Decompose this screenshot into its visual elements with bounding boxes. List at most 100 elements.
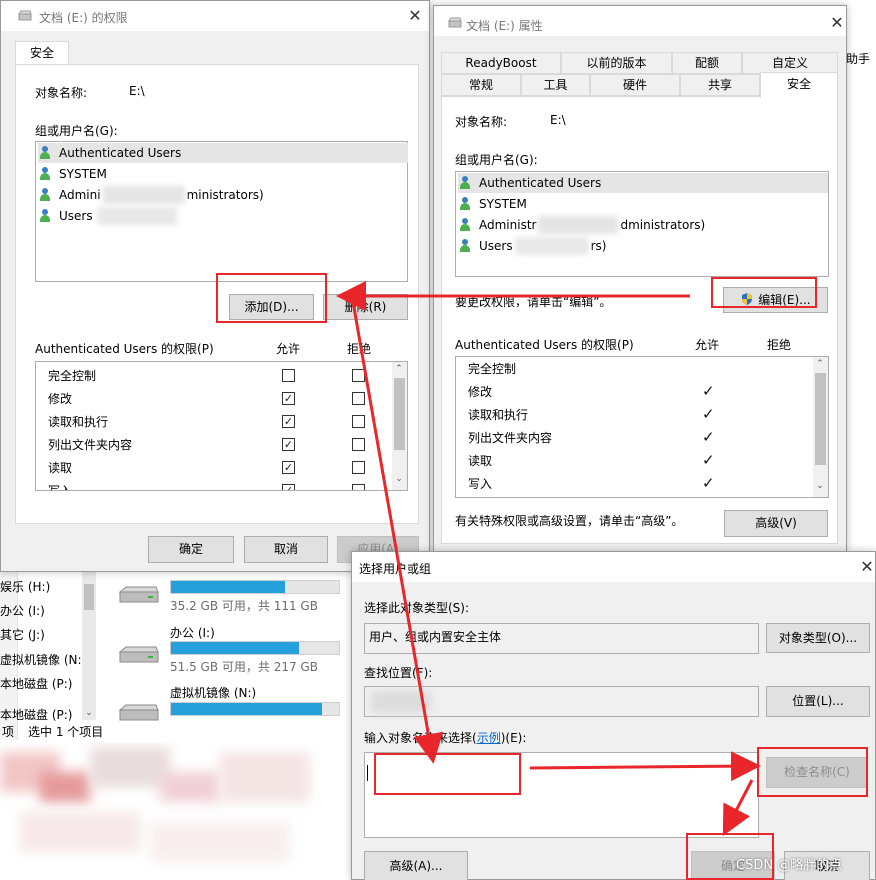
nav-drive-j[interactable]: 其它 (J:) [0,626,45,643]
nav-drive-n[interactable]: 虚拟机镜像 (N:) [0,651,86,668]
allow-checkbox[interactable] [282,484,295,490]
annotation-box-check-names [757,747,868,797]
object-name-label: 对象名称: [35,86,88,100]
users-group-icon [40,146,56,160]
tab-security[interactable]: 安全 [15,41,69,65]
tab-sharing[interactable]: 共享 [680,74,760,96]
dialog-title: 选择用户或组 [359,562,432,576]
advanced-button[interactable]: 高级(A)... [364,851,468,880]
ok-button[interactable]: 确定 [148,536,234,563]
allow-checkbox[interactable] [282,461,295,474]
nav-scrollbar[interactable]: ⌄ [82,572,96,720]
permission-row: 读取和执行 [48,415,109,429]
users-listbox[interactable]: Authenticated Users SYSTEM Administr dmi… [455,171,829,277]
drive-name: 办公 (I:) [170,626,215,640]
tab-readyboost[interactable]: ReadyBoost [441,52,561,74]
deny-checkbox[interactable] [352,369,365,382]
deny-checkbox[interactable] [352,484,365,490]
tab-tools[interactable]: 工具 [521,74,590,96]
users-group-icon [460,218,476,232]
nav-drive-p2[interactable]: 本地磁盘 (P:) [0,706,72,723]
permission-row: 修改 [468,385,493,399]
list-item-users[interactable]: Users rs) [460,236,606,256]
tab-quota[interactable]: 配额 [672,52,742,74]
drive-tile[interactable]: 虚拟机镜像 (N:) [118,682,348,722]
drive-tile[interactable]: 35.2 GB 可用，共 111 GB [118,580,348,620]
allow-check-mark: ✓ [702,382,715,400]
remove-button[interactable]: 删除(R) [323,294,408,320]
allow-checkbox[interactable] [282,369,295,382]
allow-checkbox[interactable] [282,415,295,428]
deny-checkbox[interactable] [352,461,365,474]
deny-checkbox[interactable] [352,438,365,451]
drive-tile[interactable]: 办公 (I:) 51.5 GB 可用，共 217 GB [118,620,348,674]
tab-customize[interactable]: 自定义 [742,52,838,74]
permission-row: 读取 [48,461,73,475]
allow-check-mark: ✓ [702,405,715,423]
nav-drive-h[interactable]: 娱乐 (H:) [0,578,50,595]
titlebar: 文档 (E:) 的权限 ✕ [1,1,429,31]
list-item-system[interactable]: SYSTEM [40,164,107,184]
drive-usage-bar [170,702,340,716]
object-type-field: 用户、组或内置安全主体 [364,623,759,654]
status-selection: 选中 1 个项目 [28,725,104,739]
cancel-button[interactable]: 取消 [244,536,328,563]
drive-name: 虚拟机镜像 (N:) [170,686,257,700]
nav-drive-i[interactable]: 办公 (I:) [0,602,45,619]
list-item-administrators[interactable]: Administr dministrators) [460,215,705,235]
tab-security[interactable]: 安全 [760,72,838,98]
permissions-scrollbar[interactable]: ⌃ ⌄ [813,357,828,497]
titlebar: 选择用户或组 ✕ [352,552,875,582]
advanced-button[interactable]: 高级(V) [724,510,828,537]
users-group-icon [40,188,56,202]
permission-row: 完全控制 [468,362,517,376]
users-group-icon [460,239,476,253]
close-icon[interactable]: ✕ [854,556,876,578]
group-label: 组或用户名(G): [455,153,538,167]
location-label: 查找位置(F): [364,666,433,680]
object-name-value: E:\ [550,113,566,127]
tab-hardware[interactable]: 硬件 [590,74,680,96]
close-icon[interactable]: ✕ [402,5,428,27]
users-group-icon [40,167,56,181]
list-item-system[interactable]: SYSTEM [460,194,527,214]
deny-checkbox[interactable] [352,392,365,405]
close-icon[interactable]: ✕ [824,12,850,34]
annotation-box-edit [711,277,817,308]
object-types-button[interactable]: 对象类型(O)... [766,623,870,653]
tab-previous-versions[interactable]: 以前的版本 [561,52,672,74]
annotation-box-add [216,273,327,323]
tab-general[interactable]: 常规 [441,74,521,96]
annotation-box-names-input [374,753,521,795]
allow-checkbox[interactable] [282,392,295,405]
drive-usage-bar [170,641,340,655]
allow-check-mark: ✓ [702,451,715,469]
locations-button[interactable]: 位置(L)... [766,686,870,717]
drive-icon [448,17,462,28]
permission-row: 列出文件夹内容 [468,431,553,445]
drive-free-text: 35.2 GB 可用，共 111 GB [170,599,318,613]
list-item-authenticated-users[interactable]: Authenticated Users [458,173,828,193]
edit-hint: 要更改权限，请单击“编辑”。 [455,295,612,309]
select-users-dialog: 选择用户或组 ✕ 选择此对象类型(S): 用户、组或内置安全主体 对象类型(O)… [351,551,876,880]
users-listbox[interactable]: Authenticated Users SYSTEM Admini minist… [35,141,408,282]
drive-usage-fill [171,703,323,715]
deny-checkbox[interactable] [352,415,365,428]
users-group-icon [460,176,476,190]
blurred-region [0,742,352,880]
object-names-label: 输入对象名称来选择(示例)(E): [364,731,527,745]
permissions-list[interactable]: 完全控制 修改 ✓ 读取和执行 ✓ 列出文件夹内容 ✓ 读取 ✓ 写入 ✓ ⌃ ⌄ [455,356,829,498]
list-item-users[interactable]: Users [40,206,177,226]
nav-drive-p[interactable]: 本地磁盘 (P:) [0,675,72,692]
list-item-authenticated-users[interactable]: Authenticated Users [38,143,408,163]
group-label: 组或用户名(G): [35,124,118,138]
hard-drive-icon [118,704,159,721]
permission-row: 写入 [48,484,73,491]
allow-checkbox[interactable] [282,438,295,451]
permissions-list[interactable]: 完全控制修改读取和执行列出文件夹内容读取写入 ⌃ ⌄ [35,361,408,491]
object-name-value: E:\ [129,84,145,98]
location-field [364,686,759,717]
permissions-scrollbar[interactable]: ⌃ ⌄ [392,362,407,490]
list-item-administrators[interactable]: Admini ministrators) [40,185,264,205]
examples-link[interactable]: 示例 [477,731,501,745]
